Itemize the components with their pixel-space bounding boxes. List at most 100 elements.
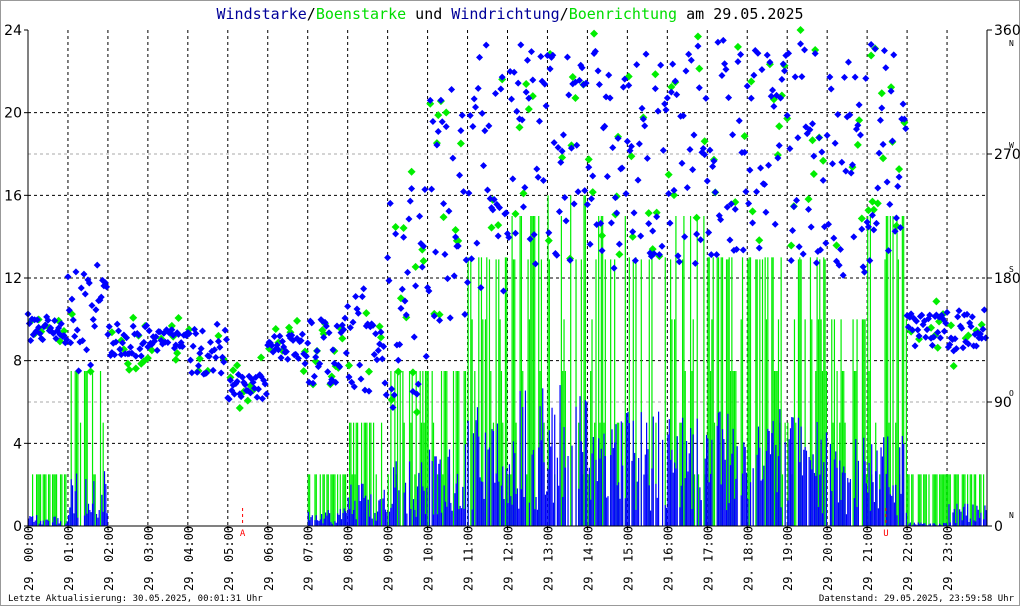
wind-bar [744,446,746,526]
gust-direction-point [271,325,280,334]
wind-direction-point [876,116,884,124]
wind-bar [571,445,573,526]
wind-direction-point [629,228,637,236]
wind-bar [759,447,761,526]
gust-direction-point [809,169,818,178]
wind-bar [339,509,341,526]
wind-bar [46,519,48,526]
wind-bar [600,448,602,526]
wind-direction-point [659,146,667,154]
gust-direction-point [375,322,384,331]
gust-bar [38,474,40,526]
gust-bar [861,319,863,526]
wind-direction-point [879,140,887,148]
wind-bar [355,519,357,526]
gust-bar [624,216,626,526]
gust-bar [511,216,513,526]
wind-direction-point [687,56,695,64]
y2-tick-label: 360 [994,23,1020,39]
wind-bar [849,479,852,526]
wind-bar [792,417,794,526]
wind-bar [831,490,833,526]
wind-direction-point [858,225,866,233]
x-tick-label: 29. 00:00 [22,526,36,591]
wind-direction-point [64,273,72,281]
wind-bar [105,484,107,526]
sun-marker-label: U [883,529,888,539]
gust-bar [86,371,88,526]
wind-direction-point [445,207,453,215]
gust-bar [740,319,742,526]
wind-bar [314,520,316,526]
wind-bar [598,438,600,526]
wind-bar [856,506,858,526]
wind-direction-point [342,349,350,357]
gust-bar [42,474,44,526]
wind-bar [895,484,897,526]
wind-direction-point [457,127,465,135]
gust-bar [309,474,311,526]
wind-bar [319,519,321,526]
wind-bar [711,439,713,526]
wind-bar [733,498,736,526]
wind-direction-point [762,208,770,216]
wind-bar [892,485,894,526]
gust-direction-point [775,122,784,131]
gust-direction-point [524,105,533,114]
wind-bar [53,516,55,526]
gust-bar [47,474,50,526]
wind-bar [848,482,850,526]
wind-bar [662,439,664,526]
compass-label: S [1009,265,1014,274]
wind-chart: 048121620240N90O180S270W360N29. 00:00 29.… [4,5,1020,604]
wind-direction-point [312,353,320,361]
wind-direction-point [310,372,318,380]
wind-bar [558,485,560,526]
wind-bar [496,423,499,526]
wind-bar [556,457,558,526]
gust-bar [892,216,894,526]
wind-bar [771,433,773,526]
wind-direction-point [734,58,742,66]
wind-bar [749,482,752,526]
wind-direction-point [527,48,535,56]
wind-bar [310,517,312,526]
wind-bar [31,516,34,526]
wind-bar [756,454,758,526]
wind-direction-point [474,84,482,92]
wind-direction-point [911,342,919,350]
wind-bar [538,447,540,526]
wind-direction-point [473,239,481,247]
wind-direction-point [834,110,842,118]
x-tick-label: 29. 06:00 [262,526,276,591]
wind-bar [973,520,975,526]
wind-direction-point [464,278,472,286]
gust-bar [973,474,975,526]
x-tick-label: 29. 18:00 [741,526,755,591]
wind-direction-point [432,248,440,256]
wind-bar [451,510,453,526]
gust-direction-point [877,89,886,98]
wind-bar [679,507,681,526]
wind-direction-point [565,91,573,99]
wind-direction-point [838,158,846,166]
wind-bar [612,448,614,526]
x-tick-label: 29. 11:00 [462,526,476,591]
gust-direction-point [733,42,742,51]
wind-direction-point [694,42,702,50]
wind-direction-point [476,53,484,61]
gust-direction-point [364,367,373,376]
wind-bar [920,522,922,526]
wind-bar [448,449,451,526]
gust-bar [939,474,941,526]
gust-direction-point [644,209,653,218]
gust-bar [911,474,913,526]
wind-bar [779,409,781,526]
wind-bar [364,495,367,526]
wind-direction-point [718,72,726,80]
x-tick-label: 29. 22:00 [901,526,915,591]
wind-bar [487,449,489,526]
wind-direction-point [787,257,795,265]
wind-direction-point [298,330,306,338]
wind-direction-point [746,166,754,174]
